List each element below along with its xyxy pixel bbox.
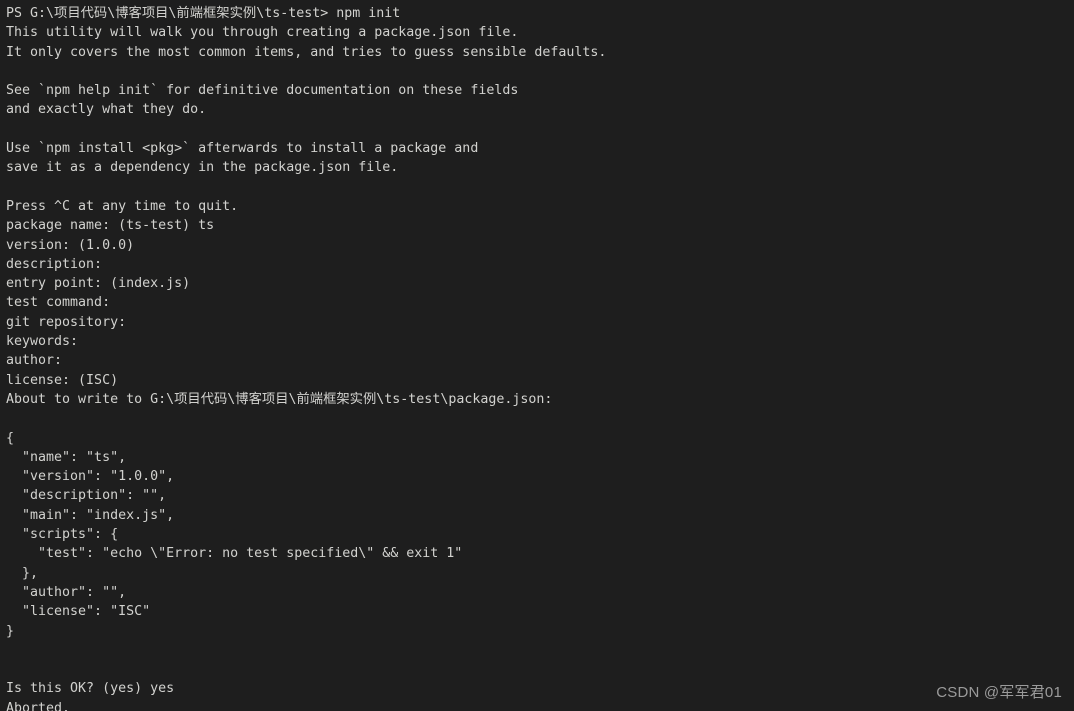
terminal-line: version: (1.0.0) xyxy=(6,237,135,253)
terminal-line: }, xyxy=(6,565,39,581)
terminal-line: entry point: (index.js) xyxy=(6,276,191,292)
terminal-line: About to write to G:\项目代码\博客项目\前端框架实例\ts… xyxy=(6,391,553,407)
terminal-line: "author": "", xyxy=(6,584,127,600)
terminal-line: Aborted. xyxy=(6,700,71,711)
terminal-line: "version": "1.0.0", xyxy=(6,469,175,485)
terminal-line: } xyxy=(6,623,15,639)
terminal-line: author: xyxy=(6,353,63,369)
terminal-line: "license": "ISC" xyxy=(6,604,151,620)
terminal-line: test command: xyxy=(6,295,111,311)
terminal-line: "scripts": { xyxy=(6,527,119,543)
terminal-line: "name": "ts", xyxy=(6,449,127,465)
terminal-window[interactable]: PS G:\项目代码\博客项目\前端框架实例\ts-test> npm init… xyxy=(0,0,1074,711)
terminal-line: package name: (ts-test) ts xyxy=(6,218,215,234)
terminal-line: See `npm help init` for definitive docum… xyxy=(6,83,519,99)
terminal-line: and exactly what they do. xyxy=(6,102,207,118)
terminal-line: { xyxy=(6,430,15,446)
terminal-line: "main": "index.js", xyxy=(6,507,175,523)
terminal-line: Press ^C at any time to quit. xyxy=(6,198,239,214)
terminal-line: "test": "echo \"Error: no test specified… xyxy=(6,546,463,562)
terminal-line: "description": "", xyxy=(6,488,167,504)
terminal-line: Use `npm install <pkg>` afterwards to in… xyxy=(6,141,479,157)
terminal-line: save it as a dependency in the package.j… xyxy=(6,160,399,176)
terminal-line: Is this OK? (yes) yes xyxy=(6,681,175,697)
console-output: PS G:\项目代码\博客项目\前端框架实例\ts-test> npm init… xyxy=(6,4,1074,711)
terminal-line: git repository: xyxy=(6,314,127,330)
terminal-prompt-line: PS G:\项目代码\博客项目\前端框架实例\ts-test> npm init xyxy=(6,6,401,21)
terminal-line: This utility will walk you through creat… xyxy=(6,25,519,41)
terminal-line: license: (ISC) xyxy=(6,372,119,388)
csdn-watermark: CSDN @军军君01 xyxy=(936,684,1062,701)
terminal-line: It only covers the most common items, an… xyxy=(6,44,607,60)
terminal-line: description: xyxy=(6,256,103,272)
terminal-line: keywords: xyxy=(6,334,79,350)
